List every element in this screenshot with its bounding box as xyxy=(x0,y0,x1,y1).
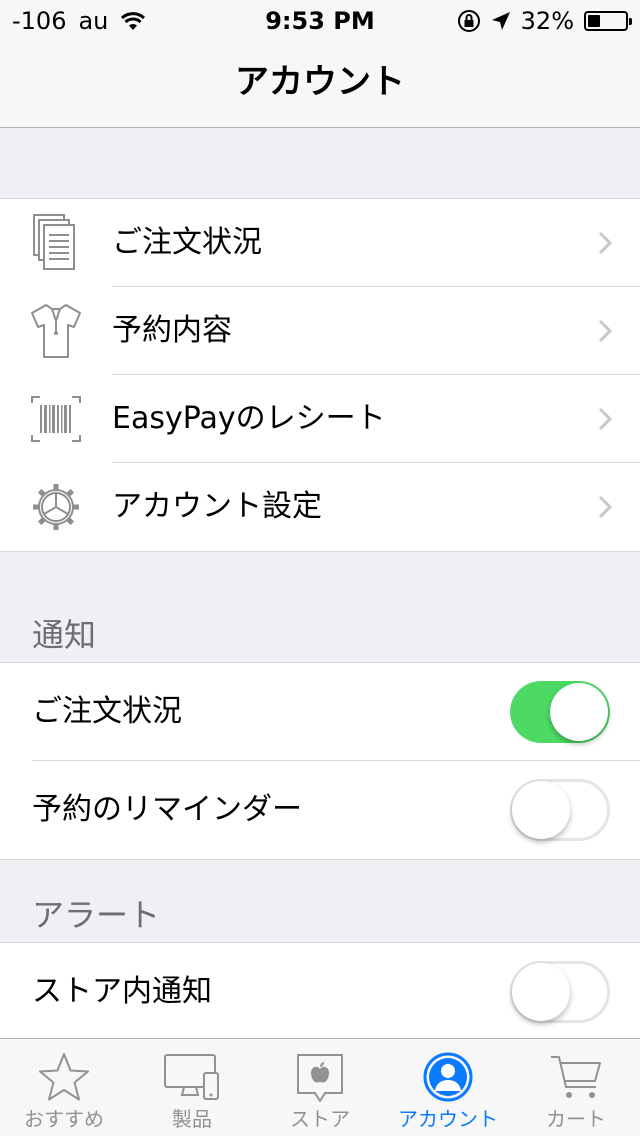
menu-item-label: アカウント設定 xyxy=(112,489,322,524)
tab-cart[interactable]: カート xyxy=(512,1039,640,1136)
cart-icon xyxy=(551,1056,601,1098)
account-menu: ご注文状況 予約内容 EasyPayのレシート アカウント設定 xyxy=(0,198,640,552)
toggle-label: 予約のリマインダー xyxy=(32,792,302,827)
battery-icon xyxy=(584,11,632,31)
menu-item-label: ご注文状況 xyxy=(112,225,262,260)
account-icon xyxy=(423,1052,473,1102)
menu-item-easypay-receipts[interactable]: EasyPayのレシート xyxy=(0,375,640,463)
toggle-label: ご注文状況 xyxy=(32,694,182,729)
toggle-knob xyxy=(512,781,570,839)
notifications-group: ご注文状況 予約のリマインダー xyxy=(0,662,640,860)
location-icon xyxy=(491,12,510,30)
tab-account[interactable]: アカウント xyxy=(384,1039,512,1136)
battery-percent: 32% xyxy=(520,7,574,35)
gear-icon xyxy=(33,484,79,530)
tab-bar: おすすめ 製品 ストア アカウント カート xyxy=(0,1038,640,1136)
chevron-right-icon xyxy=(598,407,612,431)
section-header-notifications: 通知 xyxy=(32,616,97,654)
shirt-icon xyxy=(31,304,81,358)
tab-label: ストア xyxy=(290,1107,350,1131)
menu-item-reservations[interactable]: 予約内容 xyxy=(0,287,640,375)
tab-label: おすすめ xyxy=(24,1107,104,1131)
status-right: 32% xyxy=(457,7,632,35)
toggle-knob xyxy=(512,963,570,1021)
star-icon xyxy=(39,1053,89,1101)
status-bar: -106 au 9:53 PM 32% xyxy=(0,0,640,40)
apple-store-icon xyxy=(297,1054,343,1102)
page-title: アカウント xyxy=(235,62,405,102)
tab-products[interactable]: 製品 xyxy=(128,1039,256,1136)
chevron-right-icon xyxy=(598,319,612,343)
tab-label: カート xyxy=(546,1107,606,1131)
chevron-right-icon xyxy=(598,231,612,255)
documents-icon xyxy=(33,214,75,270)
orientation-lock-icon xyxy=(457,10,480,32)
in-store-notification-toggle[interactable] xyxy=(510,961,610,1023)
toggle-row-in-store-notification: ストア内通知 xyxy=(0,943,640,1041)
barcode-icon xyxy=(31,396,81,442)
menu-item-order-status[interactable]: ご注文状況 xyxy=(0,199,640,287)
tab-label: 製品 xyxy=(172,1107,212,1131)
order-status-toggle[interactable] xyxy=(510,681,610,743)
toggle-row-order-status: ご注文状況 xyxy=(0,663,640,761)
section-header-alerts: アラート xyxy=(32,896,161,934)
alerts-group: ストア内通知 xyxy=(0,942,640,1042)
battery-fill xyxy=(588,15,600,27)
menu-item-account-settings[interactable]: アカウント設定 xyxy=(0,463,640,551)
menu-item-label: 予約内容 xyxy=(112,313,232,348)
tab-label: アカウント xyxy=(398,1107,498,1131)
menu-item-label: EasyPayのレシート xyxy=(112,401,386,436)
reservation-reminder-toggle[interactable] xyxy=(510,779,610,841)
toggle-knob xyxy=(550,683,608,741)
chevron-right-icon xyxy=(598,495,612,519)
toggle-label: ストア内通知 xyxy=(32,974,212,1009)
toggle-row-reservation-reminder: 予約のリマインダー xyxy=(0,761,640,859)
tab-featured[interactable]: おすすめ xyxy=(0,1039,128,1136)
devices-icon xyxy=(164,1054,219,1100)
tab-store[interactable]: ストア xyxy=(256,1039,384,1136)
navigation-bar: アカウント xyxy=(0,40,640,128)
